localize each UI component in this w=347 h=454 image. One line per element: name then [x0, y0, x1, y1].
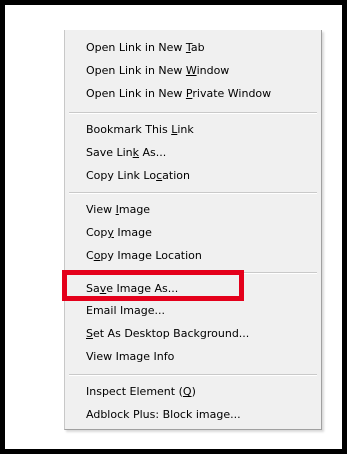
menu-item-save-link-as[interactable]: Save Link As... [65, 143, 321, 163]
menu-item-open-link-new-tab[interactable]: Open Link in New Tab [65, 38, 321, 58]
menu-item-copy-image[interactable]: Copy Image [65, 223, 321, 243]
menu-item-save-image-as[interactable]: Save Image As... [65, 279, 321, 299]
screenshot-frame: Open Link in New Tab Open Link in New Wi… [5, 5, 342, 449]
menu-item-copy-link-location[interactable]: Copy Link Location [65, 166, 321, 186]
menu-separator [69, 272, 317, 274]
menu-item-open-link-private-window[interactable]: Open Link in New Private Window [65, 84, 321, 104]
menu-item-set-desktop-background[interactable]: Set As Desktop Background... [65, 324, 321, 344]
menu-item-open-link-new-window[interactable]: Open Link in New Window [65, 61, 321, 81]
menu-separator [69, 192, 317, 194]
menu-item-copy-image-location[interactable]: Copy Image Location [65, 246, 321, 266]
menu-item-adblock-block-image[interactable]: Adblock Plus: Block image... [65, 405, 321, 425]
menu-item-inspect-element[interactable]: Inspect Element (Q) [65, 382, 321, 402]
menu-separator [69, 374, 317, 376]
menu-item-bookmark-link[interactable]: Bookmark This Link [65, 120, 321, 140]
menu-item-view-image-info[interactable]: View Image Info [65, 347, 321, 367]
menu-item-view-image[interactable]: View Image [65, 200, 321, 220]
context-menu: Open Link in New Tab Open Link in New Wi… [64, 30, 322, 430]
menu-separator [69, 112, 317, 114]
menu-item-email-image[interactable]: Email Image... [65, 301, 321, 321]
